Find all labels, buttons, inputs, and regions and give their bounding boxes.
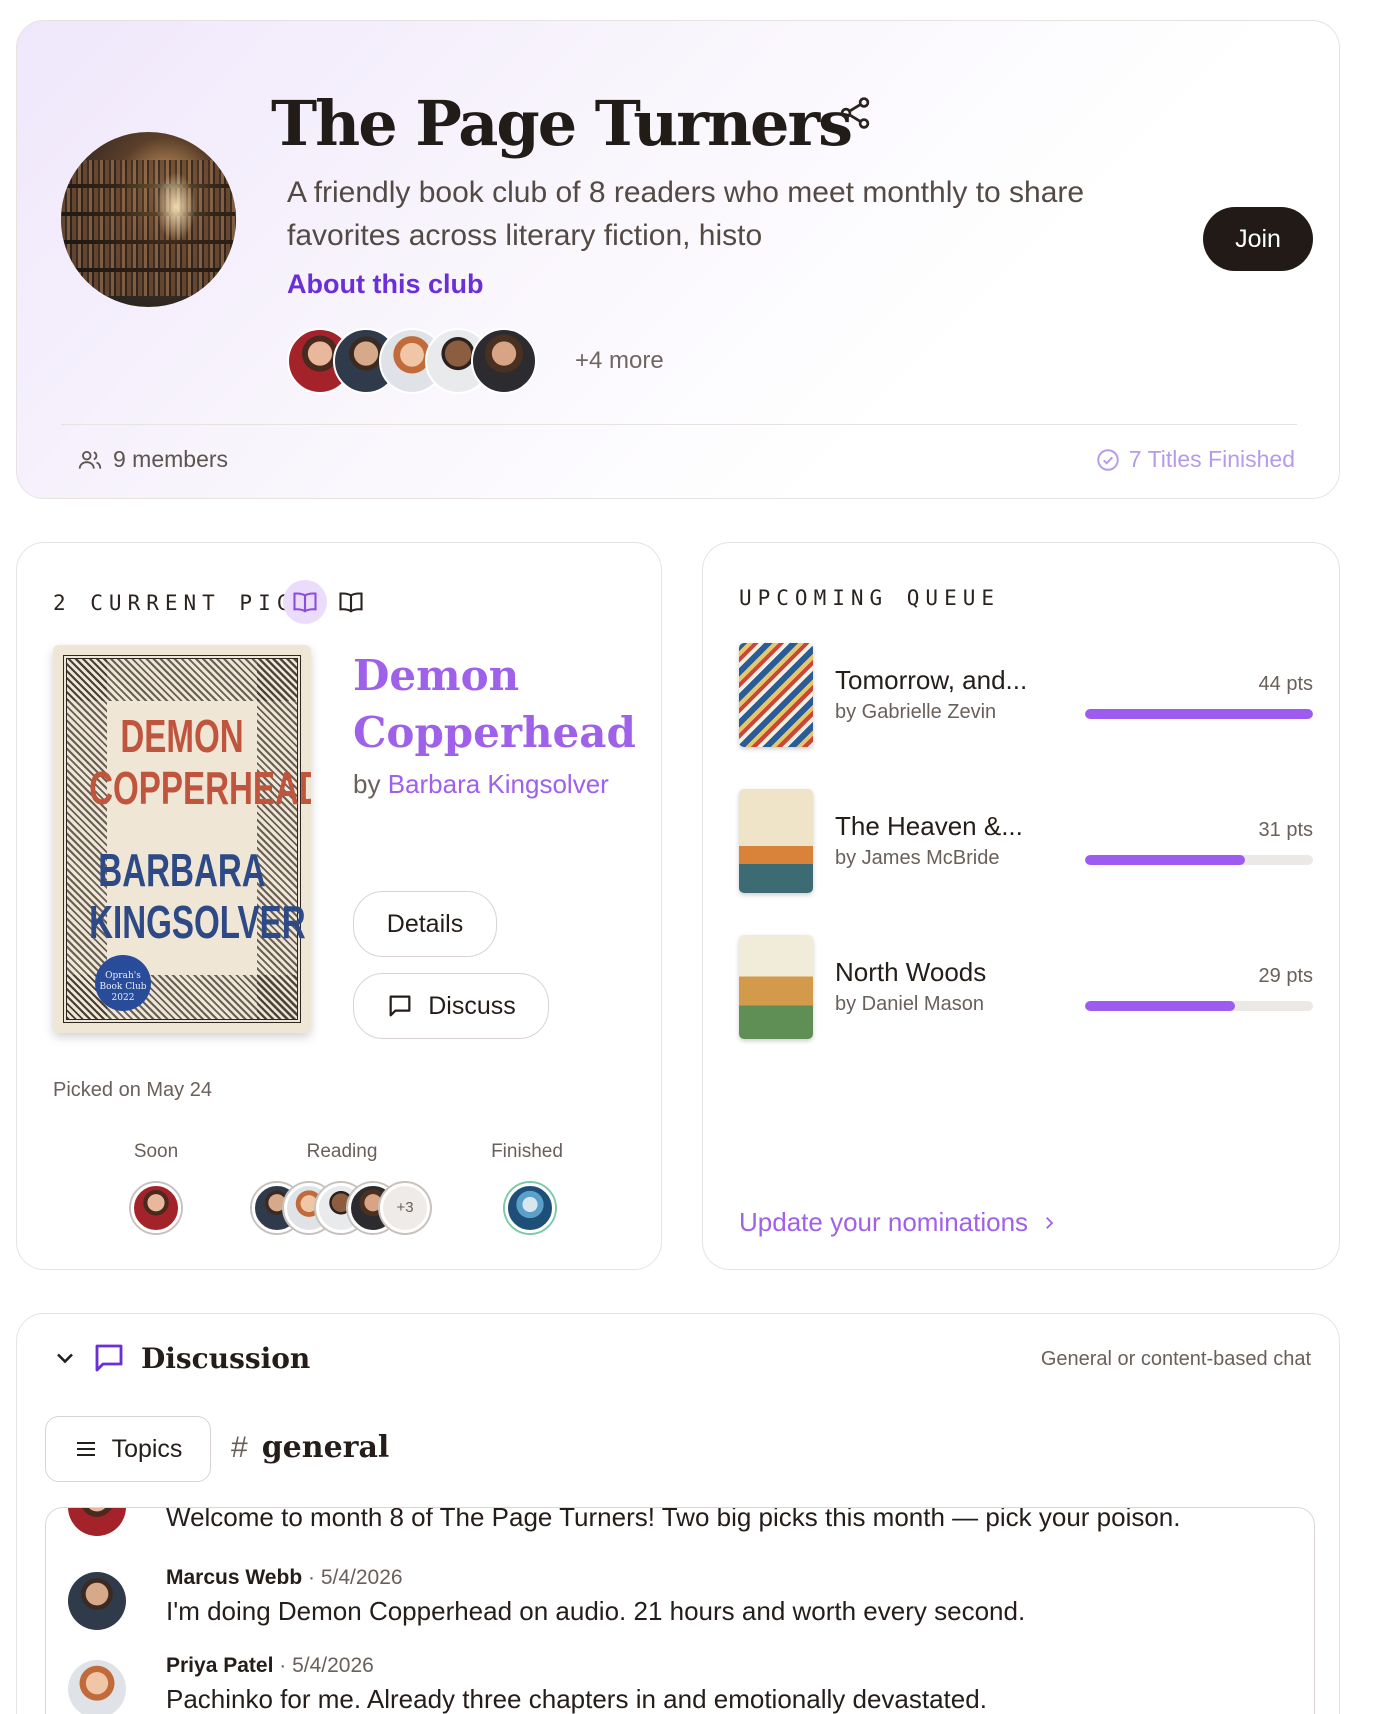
- discuss-button-label: Discuss: [428, 991, 516, 1020]
- queue-title: The Heaven &...: [835, 811, 1023, 841]
- avatar: [68, 1660, 126, 1714]
- users-icon: [78, 450, 102, 469]
- status-soon-label: Soon: [133, 1141, 179, 1162]
- more-members-count[interactable]: +4 more: [575, 347, 664, 375]
- pick-tab-1[interactable]: [283, 580, 327, 624]
- details-button[interactable]: Details: [353, 891, 497, 957]
- topics-button[interactable]: Topics: [45, 1416, 211, 1482]
- club-description: A friendly book club of 8 readers who me…: [287, 176, 1085, 252]
- message-date: · 5/4/2026: [279, 1654, 374, 1677]
- queue-author: by Gabrielle Zevin: [835, 701, 997, 723]
- pick-tab-2[interactable]: [329, 580, 373, 624]
- queue-item[interactable]: North Woods by Daniel Mason 29 pts: [739, 935, 1313, 1039]
- club-header-card: The Page Turners A friendly book club of…: [16, 20, 1340, 499]
- discussion-card: Discussion General or content-based chat…: [16, 1313, 1340, 1714]
- book-cover-demon-copperhead[interactable]: DEMON COPPERHEAD BARBARA KINGSOLVER Opra…: [53, 645, 311, 1033]
- discuss-button[interactable]: Discuss: [353, 973, 549, 1039]
- about-club-link[interactable]: About this club: [287, 269, 483, 300]
- queue-points: 44 pts: [1258, 673, 1313, 695]
- avatar: [471, 328, 537, 394]
- message-text: Pachinko for me. Already three chapters …: [166, 1684, 987, 1714]
- update-nominations-label: Update your nominations: [739, 1207, 1029, 1237]
- discussion-title: Discussion: [141, 1342, 311, 1375]
- pick-author-prefix: by: [353, 769, 381, 799]
- queue-cover-heaven-earth: [739, 789, 813, 893]
- members-count[interactable]: 9 members: [77, 446, 228, 473]
- cover-author-line-2: KINGSOLVER: [89, 896, 306, 948]
- chat-bubble-icon: [95, 1344, 123, 1372]
- queue-points-bar: [1085, 709, 1313, 719]
- titles-finished-label: 7 Titles Finished: [1128, 446, 1295, 472]
- cover-author-line-1: BARBARA: [98, 844, 266, 896]
- check-circle-icon: [1097, 448, 1119, 471]
- details-button-label: Details: [386, 909, 464, 938]
- queue-points-bar-fill: [1085, 855, 1245, 865]
- status-reading-label: Reading: [306, 1141, 378, 1162]
- channel-name: # general: [231, 1430, 389, 1465]
- queue-item[interactable]: Tomorrow, and... by Gabrielle Zevin 44 p…: [739, 643, 1313, 747]
- queue-points-bar-fill: [1085, 1001, 1236, 1011]
- upcoming-queue-label: UPCOMING QUEUE: [739, 586, 1001, 610]
- menu-icon: [76, 1442, 95, 1456]
- share-icon[interactable]: [837, 95, 873, 131]
- titles-finished[interactable]: 7 Titles Finished: [1095, 446, 1295, 473]
- queue-points-bar-fill: [1085, 709, 1313, 719]
- queue-author: by Daniel Mason: [835, 993, 984, 1015]
- hash-icon: #: [231, 1431, 248, 1464]
- message-meta: Marcus Webb · 5/4/2026: [166, 1566, 403, 1590]
- message-author[interactable]: Priya Patel: [166, 1654, 273, 1677]
- topics-button-label: Topics: [111, 1434, 183, 1463]
- book-open-icon: [293, 592, 317, 613]
- picked-on-date: Picked on May 24: [53, 1079, 212, 1101]
- cover-title-line-1: DEMON: [120, 710, 244, 762]
- chevron-down-icon[interactable]: [51, 1344, 79, 1372]
- club-title: The Page Turners: [271, 87, 853, 160]
- message-text: Welcome to month 8 of The Page Turners! …: [166, 1507, 1181, 1532]
- queue-points-bar: [1085, 855, 1313, 865]
- queue-points: 31 pts: [1258, 819, 1313, 841]
- members-count-label: 9 members: [113, 446, 229, 472]
- message-text: I'm doing Demon Copperhead on audio. 21 …: [166, 1596, 1026, 1626]
- pick-author-link[interactable]: Barbara Kingsolver: [388, 769, 609, 799]
- message-date: · 5/4/2026: [308, 1566, 403, 1589]
- queue-author: by James McBride: [835, 847, 1000, 869]
- queue-points-bar: [1085, 1001, 1313, 1011]
- status-finished-label: Finished: [491, 1141, 563, 1162]
- pick-author: by Barbara Kingsolver: [353, 769, 609, 800]
- avatar: [68, 1508, 126, 1536]
- chevron-right-icon: [1046, 1216, 1054, 1229]
- queue-cover-tomorrow: [739, 643, 813, 747]
- discussion-hint: General or content-based chat: [1040, 1348, 1311, 1370]
- pick-title[interactable]: Demon Copperhead: [353, 647, 643, 761]
- queue-points: 29 pts: [1258, 965, 1313, 987]
- upcoming-queue-card: UPCOMING QUEUE Tomorrow, and... by Gabri…: [702, 542, 1340, 1270]
- avatar: [131, 1183, 181, 1233]
- avatar: [505, 1183, 555, 1233]
- club-avatar-library-photo: [61, 132, 236, 307]
- book-open-icon: [339, 592, 363, 613]
- channel-label: general: [261, 1430, 390, 1465]
- current-picks-card: 2 CURRENT PICKS DEMON COPPERHEAD BARBARA…: [16, 542, 662, 1270]
- queue-item[interactable]: The Heaven &... by James McBride 31 pts: [739, 789, 1313, 893]
- more-readers-count: +3: [380, 1183, 430, 1233]
- oprah-book-club-seal: Oprah's Book Club 2022: [95, 955, 151, 1011]
- avatar: [68, 1572, 126, 1630]
- queue-cover-north-woods: [739, 935, 813, 1039]
- join-button[interactable]: Join: [1203, 207, 1313, 271]
- queue-title: North Woods: [835, 957, 987, 987]
- chat-bubble-icon: [389, 995, 411, 1017]
- message-meta: Priya Patel · 5/4/2026: [166, 1654, 374, 1678]
- queue-title: Tomorrow, and...: [835, 665, 1028, 695]
- cover-title-line-2: COPPERHEAD: [89, 762, 311, 814]
- update-nominations-link[interactable]: Update your nominations: [739, 1207, 1058, 1238]
- message-author[interactable]: Marcus Webb: [166, 1566, 302, 1589]
- divider: [61, 424, 1297, 425]
- message-list[interactable]: Welcome to month 8 of The Page Turners! …: [45, 1507, 1315, 1714]
